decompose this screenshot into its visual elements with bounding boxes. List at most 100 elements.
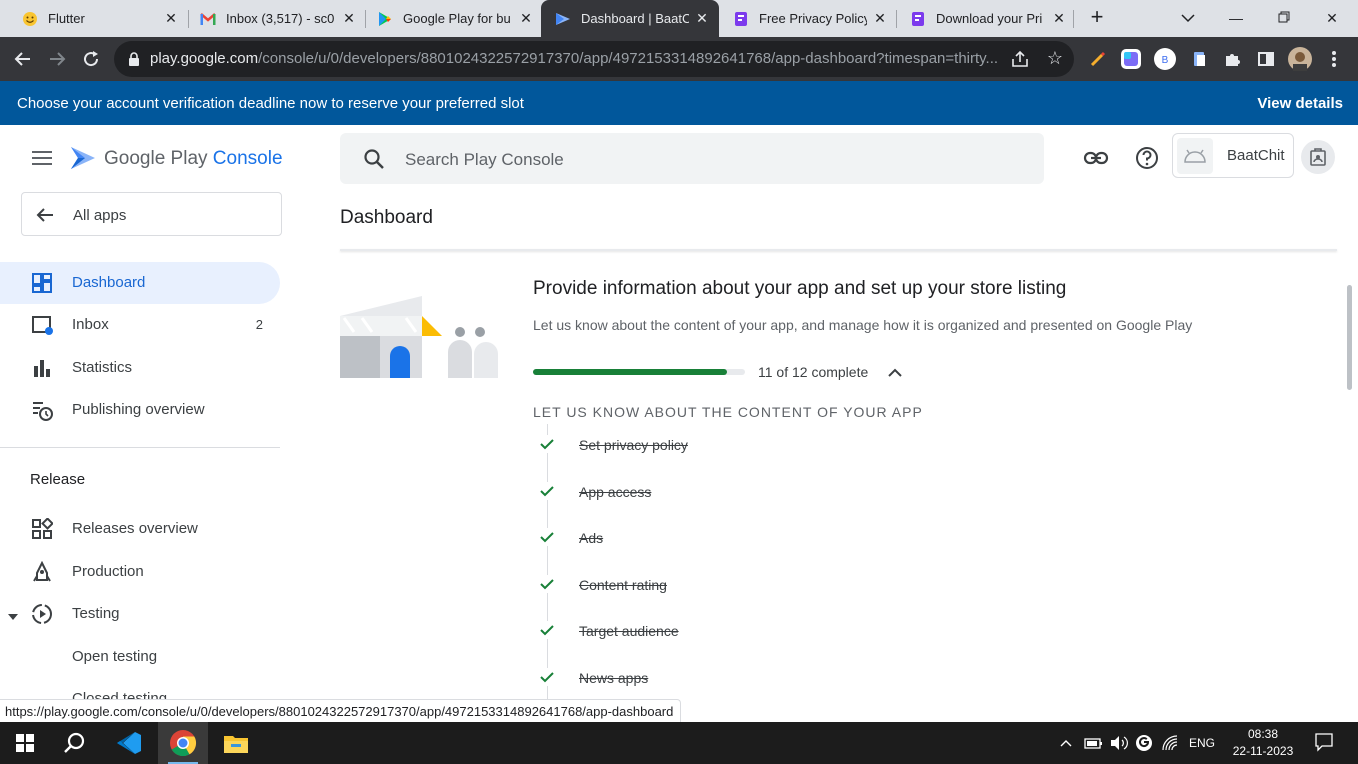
search-placeholder: Search Play Console [405,150,564,169]
check-icon [538,482,556,500]
volume-icon[interactable] [1109,734,1129,752]
android-app-icon [1177,138,1213,174]
play-console-logo[interactable]: Google Play Console [104,148,283,170]
tab-strip: Flutter ✕ Inbox (3,517) - sc0 ✕ Google P… [0,0,1358,37]
sidebar-item-inbox[interactable]: Inbox 2 [0,304,280,346]
svg-text:B: B [1162,55,1169,66]
sidebar-item-statistics[interactable]: Statistics [0,347,280,389]
arrow-back-icon [34,204,56,226]
reload-icon[interactable] [79,47,103,71]
sidebar-item-open-testing[interactable]: Open testing [0,636,280,678]
tab-title: Google Play for bu [403,11,511,26]
clipboard-extension-icon[interactable] [1187,47,1211,71]
tab-search-icon[interactable] [1176,6,1200,30]
chrome-menu-icon[interactable] [1322,47,1346,71]
checklist-item[interactable]: Set privacy policy [538,433,938,457]
tab-separator [1073,10,1074,28]
sidebar-item-releases-overview[interactable]: Releases overview [0,508,280,550]
sidebar-item-label: Releases overview [72,520,198,537]
pen-extension-icon[interactable] [1086,47,1110,71]
menu-icon[interactable] [32,151,52,165]
collapse-chevron-icon[interactable] [886,364,904,382]
view-details-link[interactable]: View details [1257,95,1343,112]
close-icon[interactable]: ✕ [164,11,178,25]
address-bar[interactable]: play.google.com/console/u/0/developers/8… [114,41,1074,77]
close-icon[interactable]: ✕ [1052,11,1066,25]
google-g-icon[interactable] [1135,734,1153,752]
forward-icon[interactable] [45,47,69,71]
sidebar-item-label: Production [72,563,144,580]
help-icon[interactable] [1134,145,1160,171]
sidebar-item-production[interactable]: Production [0,551,280,593]
checklist-item[interactable]: Ads [538,526,938,550]
tray-chevron-icon[interactable] [1060,734,1072,752]
sidebar-item-publishing-overview[interactable]: Publishing overview [0,389,280,431]
url-host: play.google.com [150,50,259,67]
minimize-icon[interactable]: — [1224,6,1248,30]
checklist-item[interactable]: App access [538,480,938,504]
sidebar-item-label: Dashboard [72,274,146,291]
checklist-item-label: App access [579,484,652,500]
dashboard-icon [31,272,53,294]
taskbar-clock[interactable]: 08:38 22-11-2023 [1228,726,1298,760]
checklist-item[interactable]: News apps [538,666,938,690]
clock-time: 08:38 [1247,727,1279,741]
tab-free-privacy-policy[interactable]: Free Privacy Policy ✕ [719,0,897,37]
close-icon[interactable]: ✕ [695,11,709,25]
link-icon[interactable] [1083,145,1109,171]
page-scrollbar[interactable] [1347,285,1352,390]
language-indicator[interactable]: ENG [1189,736,1215,754]
logo-accent: Console [212,148,283,169]
bookmark-star-icon[interactable]: ☆ [1044,47,1066,69]
tab-gmail[interactable]: Inbox (3,517) - sc0 ✕ [186,0,366,37]
tab-flutter[interactable]: Flutter ✕ [8,0,188,37]
production-icon [31,560,53,583]
all-apps-label: All apps [73,207,127,224]
checklist-item[interactable]: Content rating [538,573,938,597]
extensions-puzzle-icon[interactable] [1220,47,1244,71]
file-explorer-icon[interactable] [211,722,261,764]
battery-icon[interactable] [1084,734,1104,752]
search-input[interactable]: Search Play Console [340,133,1044,184]
window-close-icon[interactable]: ✕ [1320,6,1344,30]
wifi-icon[interactable] [1161,734,1179,752]
sidebar-item-label: Open testing [72,648,158,665]
sidebar-item-testing[interactable]: Testing [0,593,280,635]
sidebar-item-label: Testing [72,605,120,622]
side-panel-icon[interactable] [1254,47,1278,71]
lock-icon [126,51,142,67]
notification-icon[interactable] [1314,732,1334,752]
chrome-taskbar-icon[interactable] [158,722,208,764]
check-icon [538,621,556,639]
check-icon [538,575,556,593]
checklist-item[interactable]: Target audience [538,619,938,643]
inbox-count-badge: 2 [255,317,263,332]
tab-google-play[interactable]: Google Play for bu ✕ [363,0,543,37]
taskbar-search-icon[interactable] [50,722,100,764]
vscode-icon[interactable] [104,722,154,764]
new-tab-button[interactable]: + [1086,6,1108,29]
developer-account-icon[interactable] [1301,140,1335,174]
checklist-item-label: Target audience [579,623,679,639]
tab-download-privacy[interactable]: Download your Pri ✕ [896,0,1076,37]
tab-title: Dashboard | BaatC [581,11,689,26]
clock-date: 22-11-2023 [1232,744,1294,758]
profile-b-icon[interactable]: B [1153,47,1177,71]
share-icon[interactable] [1010,49,1030,69]
all-apps-button[interactable]: All apps [21,192,282,236]
back-icon[interactable] [11,47,35,71]
restore-icon[interactable] [1272,6,1296,30]
windows-start-icon[interactable] [0,722,50,764]
close-icon[interactable]: ✕ [519,11,533,25]
checklist-item-label: Ads [579,530,604,546]
tab-dashboard[interactable]: Dashboard | BaatC ✕ [541,0,719,37]
close-icon[interactable]: ✕ [342,11,356,25]
task-description: Let us know about the content of your ap… [533,317,1193,333]
sidebar-item-dashboard[interactable]: Dashboard [0,262,280,304]
app-selector[interactable]: BaatChit [1172,133,1294,178]
app-name: BaatChit [1227,147,1285,164]
close-icon[interactable]: ✕ [873,11,887,25]
testing-icon [31,603,53,625]
extension-grid-icon[interactable] [1119,47,1143,71]
avatar[interactable] [1288,47,1312,71]
